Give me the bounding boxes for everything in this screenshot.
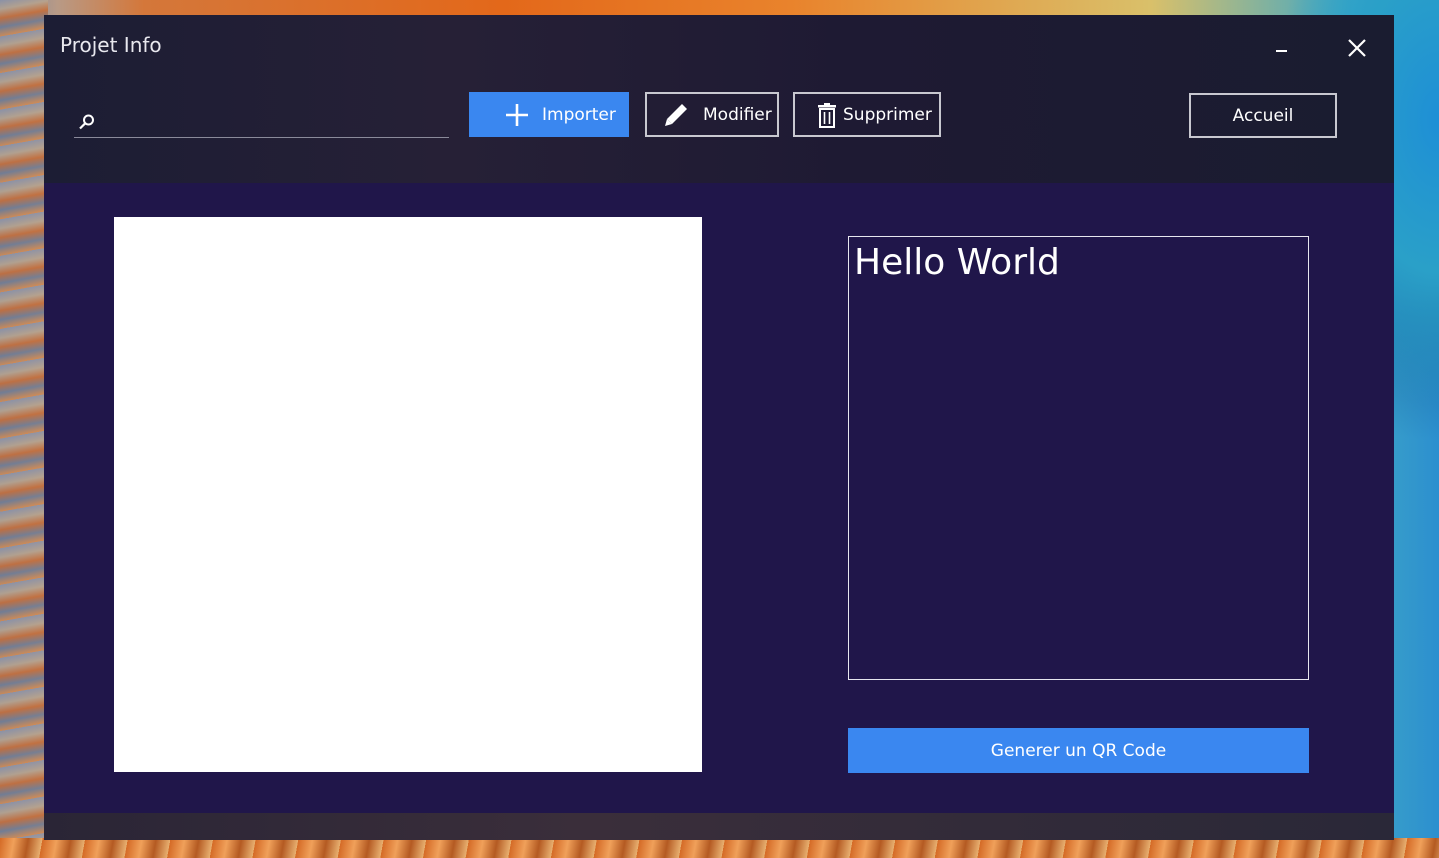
import-label: Importer — [542, 104, 616, 125]
app-window: Projet Info Importer Modifier Supprimer … — [44, 15, 1394, 840]
main-content: Generer un QR Code — [44, 183, 1394, 813]
close-icon — [1348, 39, 1366, 57]
search-box — [74, 103, 449, 138]
home-button[interactable]: Accueil — [1189, 93, 1337, 138]
close-button[interactable] — [1342, 33, 1372, 63]
home-label: Accueil — [1232, 105, 1294, 126]
header-bar: Projet Info Importer Modifier Supprimer … — [44, 15, 1394, 183]
modify-label: Modifier — [703, 104, 772, 125]
delete-label: Supprimer — [843, 104, 932, 125]
generate-qr-label: Generer un QR Code — [990, 740, 1167, 761]
delete-button[interactable]: Supprimer — [793, 92, 941, 137]
import-button[interactable]: Importer — [469, 92, 629, 137]
modify-button[interactable]: Modifier — [645, 92, 779, 137]
search-input[interactable] — [102, 105, 446, 135]
minimize-button[interactable] — [1266, 33, 1296, 63]
trash-icon — [817, 102, 837, 128]
pencil-icon — [663, 102, 689, 128]
image-preview — [114, 217, 702, 772]
search-icon — [79, 114, 94, 130]
generate-qr-button[interactable]: Generer un QR Code — [848, 728, 1309, 773]
text-input[interactable] — [848, 236, 1309, 680]
window-title: Projet Info — [60, 33, 162, 57]
plus-icon — [505, 103, 529, 127]
footer-strip — [44, 813, 1394, 840]
